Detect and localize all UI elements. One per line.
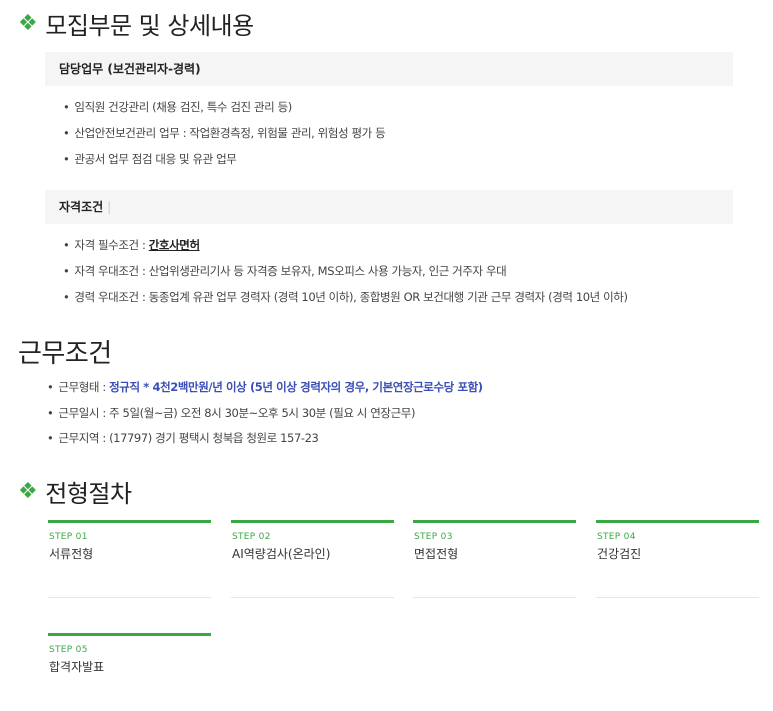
duty-item-text: 임직원 건강관리 (채용 검진, 특수 검진 관리 등) [74, 100, 292, 114]
qualification-item: • 자격 필수조건 : 간호사면허 [63, 238, 200, 252]
process-step: STEP 01 서류전형 [48, 520, 211, 598]
duty-header: 담당업무 (보건관리자-경력) [45, 52, 733, 86]
qualification-item: • 자격 우대조건 : 산업위생관리기사 등 자격증 보유자, MS오피스 사용 … [63, 264, 507, 278]
career-text: 경력 우대조건 : 동종업계 유관 업무 경력자 (경력 10년 이하), 종합… [74, 290, 628, 304]
duty-header-label: 담당업무 (보건관리자-경력) [59, 62, 201, 76]
step-number: STEP 02 [232, 532, 271, 542]
qualification-header-label: 자격조건 [59, 200, 104, 214]
process-step: STEP 02 AI역량검사(온라인) [231, 520, 394, 598]
step-number: STEP 04 [597, 532, 636, 542]
step-number: STEP 03 [414, 532, 453, 542]
step-name: AI역량검사(온라인) [232, 547, 331, 561]
duty-item-text: 산업안전보건관리 업무 : 작업환경측정, 위험물 관리, 위험성 평가 등 [74, 126, 386, 140]
qualification-header: 자격조건 | [45, 190, 733, 224]
process-step: STEP 03 면접전형 [413, 520, 576, 598]
diamond-icon: ❖ [18, 479, 38, 504]
process-step: STEP 05 합격자발표 [48, 633, 211, 711]
condition-item: • 근무지역 : (17797) 경기 평택시 청북읍 청원로 157-23 [47, 431, 319, 445]
diamond-icon: ❖ [18, 11, 38, 36]
work-type-label: 근무형태 : [58, 380, 110, 394]
duty-item: • 임직원 건강관리 (채용 검진, 특수 검진 관리 등) [63, 100, 292, 114]
recruit-section-title-row: ❖ 모집부문 및 상세내용 [18, 6, 254, 41]
conditions-section-title: 근무조건 [18, 339, 112, 369]
qualification-item: • 경력 우대조건 : 동종업계 유관 업무 경력자 (경력 10년 이하), 종… [63, 290, 628, 304]
duty-item-text: 관공서 업무 점검 대응 및 유관 업무 [74, 152, 237, 166]
step-number: STEP 05 [49, 645, 88, 655]
process-step: STEP 04 건강검진 [596, 520, 759, 598]
condition-item: • 근무형태 : 정규직 * 4천2백만원/년 이상 (5년 이상 경력자의 경우… [47, 380, 483, 394]
step-name: 건강검진 [597, 547, 642, 561]
process-section-title: 전형절차 [45, 480, 132, 508]
divider: | [107, 200, 112, 214]
schedule-text: 근무일시 : 주 5일(월~금) 오전 8시 30분~오후 5시 30분 (필요… [58, 406, 416, 420]
step-number: STEP 01 [49, 532, 88, 542]
preferred-text: 자격 우대조건 : 산업위생관리기사 등 자격증 보유자, MS오피스 사용 가… [74, 264, 507, 278]
step-name: 서류전형 [49, 547, 94, 561]
location-text: 근무지역 : (17797) 경기 평택시 청북읍 청원로 157-23 [58, 431, 319, 445]
work-type-value: 정규직 * 4천2백만원/년 이상 (5년 이상 경력자의 경우, 기본연장근로… [109, 380, 483, 394]
recruit-section-title: 모집부문 및 상세내용 [45, 12, 254, 40]
step-name: 합격자발표 [49, 660, 105, 674]
process-section-title-row: ❖ 전형절차 [18, 474, 132, 509]
duty-item: • 산업안전보건관리 업무 : 작업환경측정, 위험물 관리, 위험성 평가 등 [63, 126, 386, 140]
duty-item: • 관공서 업무 점검 대응 및 유관 업무 [63, 152, 237, 166]
step-name: 면접전형 [414, 547, 459, 561]
required-label: 자격 필수조건 : [74, 238, 149, 252]
required-value: 간호사면허 [148, 238, 200, 252]
condition-item: • 근무일시 : 주 5일(월~금) 오전 8시 30분~오후 5시 30분 (필… [47, 406, 416, 420]
